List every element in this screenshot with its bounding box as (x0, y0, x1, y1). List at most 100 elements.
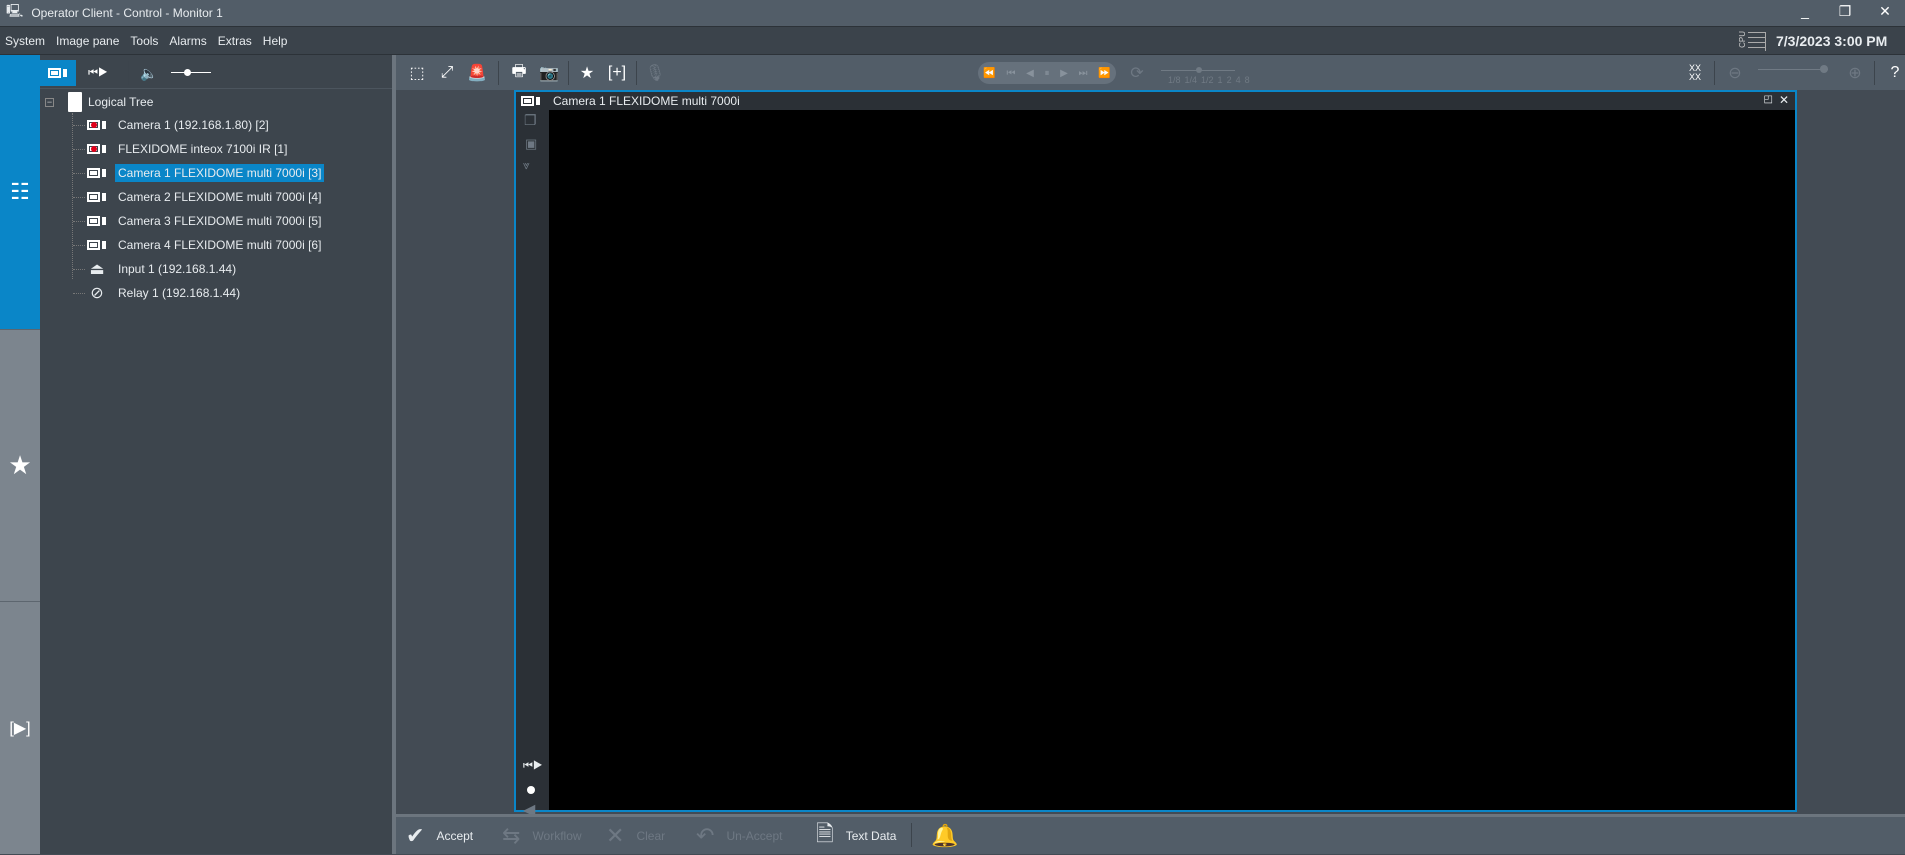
menu-image-pane[interactable]: Image pane (51, 34, 125, 48)
plus-icon: ⊕ (1848, 65, 1862, 82)
close-all-icon: XX XX (1688, 63, 1701, 82)
tree-item[interactable]: Camera 2 FLEXIDOME multi 7000i [4] (73, 186, 324, 208)
accept-button[interactable]: ✔ Accept (406, 817, 473, 854)
tree-root[interactable]: − Logical Tree (45, 91, 153, 113)
instant-playback-icon[interactable]: ⏮▶ (523, 760, 543, 773)
tree-item[interactable]: Camera 1 FLEXIDOME multi 7000i [3] (73, 162, 325, 184)
x-icon: ✕ (606, 822, 625, 848)
volume-slider[interactable] (171, 72, 211, 73)
audio-button[interactable]: 🔈 (135, 60, 163, 86)
workflow-icon: ⇆ (502, 822, 521, 848)
tree-panel: ⏮▶ 🔈 − Logical Tree Camera 1 (192.168.1.… (40, 55, 392, 854)
restore-button[interactable]: ❐ (1825, 3, 1865, 23)
step-back-button[interactable]: ◀ (1026, 68, 1034, 79)
minimize-button[interactable]: _ (1785, 3, 1825, 23)
microphone-button[interactable]: 🎙 (642, 60, 668, 86)
undo-icon: ↶ (696, 822, 715, 848)
tree-item-label: Camera 3 FLEXIDOME multi 7000i [5] (118, 214, 322, 228)
workflow-button[interactable]: ⇆ Workflow (502, 817, 582, 854)
speed-slider-thumb[interactable] (1196, 67, 1202, 73)
digital-zoom-icon[interactable]: ▣ (525, 136, 537, 152)
menu-alarms[interactable]: Alarms (164, 34, 212, 48)
rewind-button[interactable]: ⏪ (983, 68, 995, 79)
tree-item[interactable]: ⊘ Relay 1 (192.168.1.44) (73, 282, 243, 304)
camera-icon (87, 167, 107, 179)
camera-recording-icon (87, 143, 107, 155)
bell-icon: 🔔 (931, 822, 959, 848)
pane-zoom-slider[interactable] (1758, 69, 1828, 70)
camera-icon (87, 191, 107, 203)
image-pane[interactable]: Camera 1 FLEXIDOME multi 7000i ◰ ✕ ❐ ▣ ⩔… (514, 90, 1797, 819)
step-forward-button[interactable]: ▶ (1060, 68, 1068, 79)
play-icon: ⏮▶ (88, 66, 108, 79)
add-bookmark-button[interactable]: [+] (604, 60, 630, 86)
alarm-bell-button[interactable]: 🔔 (931, 817, 970, 854)
camera-icon (87, 215, 107, 227)
clear-button[interactable]: ✕ Clear (606, 817, 665, 854)
star-plus-icon: ★ (579, 65, 595, 82)
camera-icon (87, 239, 107, 251)
siren-icon: 🚨 (467, 65, 487, 82)
loop-button[interactable]: ⟳ (1124, 60, 1150, 86)
snapshot-button[interactable]: 📷 (536, 60, 562, 86)
layout-button[interactable]: ⬚ (404, 60, 430, 86)
checkmark-icon: ✔ (406, 822, 425, 848)
live-mode-button[interactable] (40, 60, 76, 86)
ptz-icon[interactable]: ⩔ (523, 158, 530, 173)
bookmark-plus-icon: [+] (607, 64, 627, 81)
title-bar: 🖳 Operator Client - Control - Monitor 1 … (0, 0, 1905, 26)
menu-system[interactable]: System (0, 34, 51, 48)
close-all-panes-button[interactable]: XX XX (1682, 60, 1708, 86)
next-button[interactable]: ⏭ (1078, 68, 1087, 79)
pane-maximize-button[interactable]: ◰ (1764, 94, 1773, 105)
zoom-in-button[interactable]: ⊕ (1842, 60, 1868, 86)
close-button[interactable]: ✕ (1865, 3, 1905, 23)
tree-item-label: Camera 4 FLEXIDOME multi 7000i [6] (118, 238, 322, 252)
tree-toolbar: ⏮▶ 🔈 (40, 55, 392, 89)
print-button[interactable]: 🖶 (506, 60, 532, 86)
tab-logical-tree[interactable]: ☷ (0, 55, 40, 330)
playback-mode-button[interactable]: ⏮▶ (84, 60, 112, 86)
panel-splitter[interactable] (392, 55, 396, 854)
tree-item-label: Relay 1 (192.168.1.44) (118, 286, 241, 300)
layers-icon[interactable]: ❐ (524, 112, 537, 129)
document-icon: 🗎 (816, 820, 834, 846)
tree-item[interactable]: Camera 3 FLEXIDOME multi 7000i [5] (73, 210, 324, 232)
tree-item[interactable]: ⏏ Input 1 (192.168.1.44) (73, 258, 239, 280)
volume-slider-thumb[interactable] (184, 69, 191, 76)
tree-item[interactable]: FLEXIDOME inteox 7100i IR [1] (73, 138, 290, 160)
relay-icon: ⊘ (90, 285, 104, 302)
record-icon[interactable] (527, 786, 535, 794)
camera-snapshot-icon: 📷 (539, 65, 559, 82)
tab-playback[interactable]: [▶] (0, 602, 40, 854)
unaccept-button[interactable]: ↶ Un-Accept (696, 817, 782, 854)
pane-title: Camera 1 FLEXIDOME multi 7000i (553, 94, 740, 108)
alarm-button[interactable]: 🚨 (464, 60, 490, 86)
image-pane-toolbar: ⬚ ⤢ 🚨 🖶 📷 ★ [+] 🎙 ⏪ ⏮ ◀ ⏸ ▶ ⏭ ⏩ ⟳ 1/8 1/4 1/2 1 2 4… (396, 55, 1905, 90)
cpu-meter-icon (1748, 32, 1766, 51)
video-frame-icon: [▶] (9, 720, 31, 737)
loop-icon: ⟳ (1130, 65, 1144, 82)
server-icon (68, 92, 82, 112)
menu-extras[interactable]: Extras (213, 34, 258, 48)
pause-button[interactable]: ⏸ (1044, 68, 1049, 79)
tree-item-label: FLEXIDOME inteox 7100i IR [1] (118, 142, 288, 156)
menu-tools[interactable]: Tools (125, 34, 164, 48)
fullscreen-button[interactable]: ⤢ (434, 60, 460, 86)
prev-button[interactable]: ⏮ (1006, 68, 1015, 79)
forward-button[interactable]: ⏩ (1098, 68, 1110, 79)
add-favorite-button[interactable]: ★ (574, 60, 600, 86)
text-data-button[interactable]: 🗎 Text Data (816, 817, 896, 854)
tab-favorites[interactable]: ★ (0, 330, 40, 602)
tree-icon: ☷ (10, 179, 30, 204)
tree-item[interactable]: Camera 1 (192.168.1.80) [2] (73, 114, 272, 136)
microphone-icon: 🎙 (644, 65, 666, 82)
tree-item[interactable]: Camera 4 FLEXIDOME multi 7000i [6] (73, 234, 324, 256)
menu-help[interactable]: Help (258, 34, 294, 48)
tree-root-label: Logical Tree (88, 95, 154, 109)
zoom-out-button[interactable]: ⊖ (1722, 60, 1748, 86)
alarm-bar: ✔ Accept ⇆ Workflow ✕ Clear ↶ Un-Accept 🗎 Tex… (396, 814, 1905, 854)
pane-close-button[interactable]: ✕ (1779, 93, 1789, 107)
pane-zoom-thumb[interactable] (1820, 65, 1828, 73)
help-button[interactable]: ? (1882, 60, 1905, 86)
